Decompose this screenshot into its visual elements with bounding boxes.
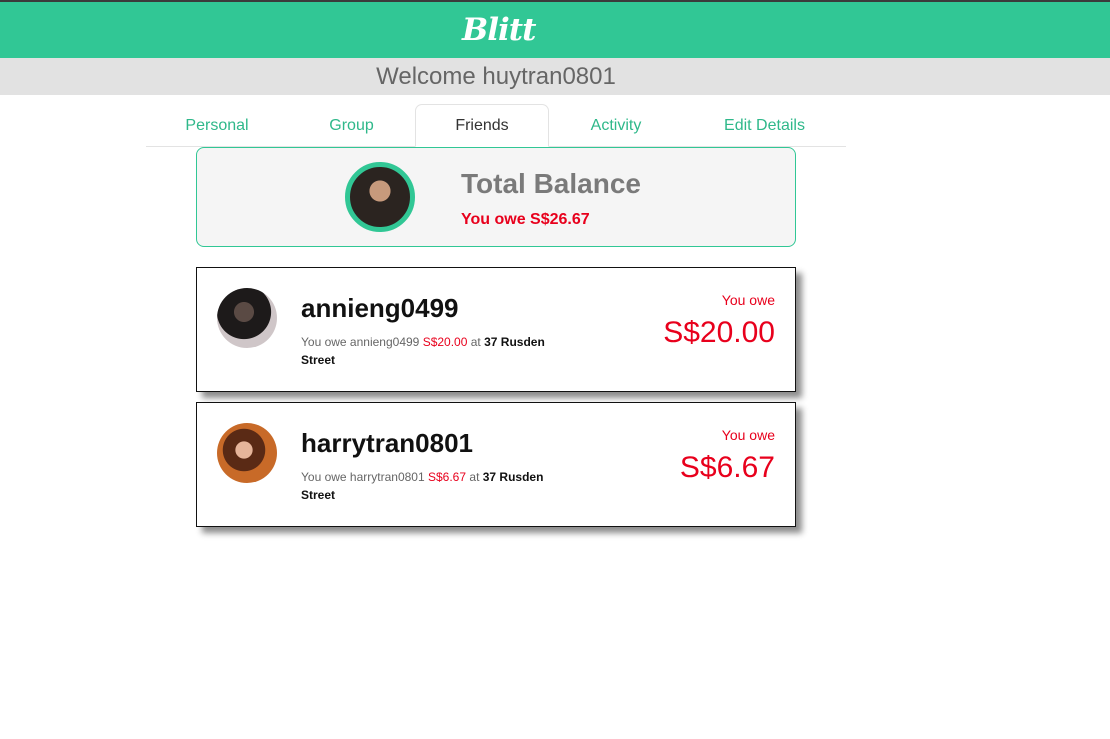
friend-name: annieng0499 xyxy=(301,293,459,323)
total-balance-card: Total Balance You owe S$26.67 xyxy=(196,147,796,247)
tab-group[interactable]: Group xyxy=(288,104,415,147)
owe-amount: S$6.67 xyxy=(679,451,775,484)
welcome-text: Welcome huytran0801 xyxy=(376,63,616,90)
owe-amount: S$20.00 xyxy=(663,316,775,349)
balance-summary: You owe S$26.67 xyxy=(461,211,590,228)
desc-amount: S$6.67 xyxy=(428,470,467,484)
friend-avatar xyxy=(217,288,277,348)
welcome-banner: Welcome huytran0801 xyxy=(0,58,1110,95)
desc-at: at xyxy=(470,335,481,349)
friend-description: You owe harrytran0801 S$6.67 at 37 Rusde… xyxy=(301,468,571,504)
desc-prefix: You owe annieng0499 xyxy=(301,335,420,349)
tab-activity[interactable]: Activity xyxy=(549,104,683,147)
friend-name: harrytran0801 xyxy=(301,428,473,458)
tab-bar: Personal Group Friends Activity Edit Det… xyxy=(146,104,846,147)
owe-label: You owe xyxy=(721,292,775,308)
desc-amount: S$20.00 xyxy=(422,335,468,349)
tab-personal[interactable]: Personal xyxy=(146,104,288,147)
tab-friends[interactable]: Friends xyxy=(415,104,549,147)
desc-prefix: You owe harrytran0801 xyxy=(301,470,425,484)
friend-card[interactable]: harrytran0801 You owe harrytran0801 S$6.… xyxy=(196,402,796,527)
desc-at: at xyxy=(469,470,480,484)
top-navbar: Blitt xyxy=(0,0,1110,58)
tab-edit-details[interactable]: Edit Details xyxy=(683,104,846,147)
friend-description: You owe annieng0499 S$20.00 at 37 Rusden… xyxy=(301,333,571,369)
owe-label: You owe xyxy=(721,427,775,443)
user-avatar xyxy=(345,162,415,232)
blitt-logo[interactable]: Blitt xyxy=(462,10,536,50)
friend-card[interactable]: annieng0499 You owe annieng0499 S$20.00 … xyxy=(196,267,796,392)
friend-avatar xyxy=(217,423,277,483)
balance-title: Total Balance xyxy=(461,168,641,199)
